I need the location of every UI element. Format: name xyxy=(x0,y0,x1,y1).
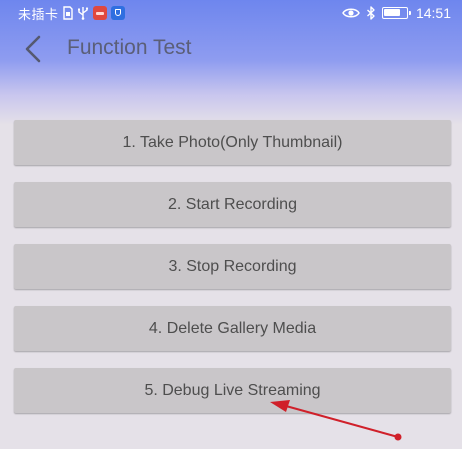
start-recording-button[interactable]: 2. Start Recording xyxy=(14,182,451,227)
delete-gallery-media-button[interactable]: 4. Delete Gallery Media xyxy=(14,306,451,351)
take-photo-thumbnail-button[interactable]: 1. Take Photo(Only Thumbnail) xyxy=(14,120,451,165)
stop-recording-button[interactable]: 3. Stop Recording xyxy=(14,244,451,289)
debug-live-streaming-button[interactable]: 5. Debug Live Streaming xyxy=(14,368,451,413)
app-screen: 未插卡 14:51 Function Test 1. Take Photo(On… xyxy=(0,0,462,449)
action-list: 1. Take Photo(Only Thumbnail) 2. Start R… xyxy=(0,0,462,449)
